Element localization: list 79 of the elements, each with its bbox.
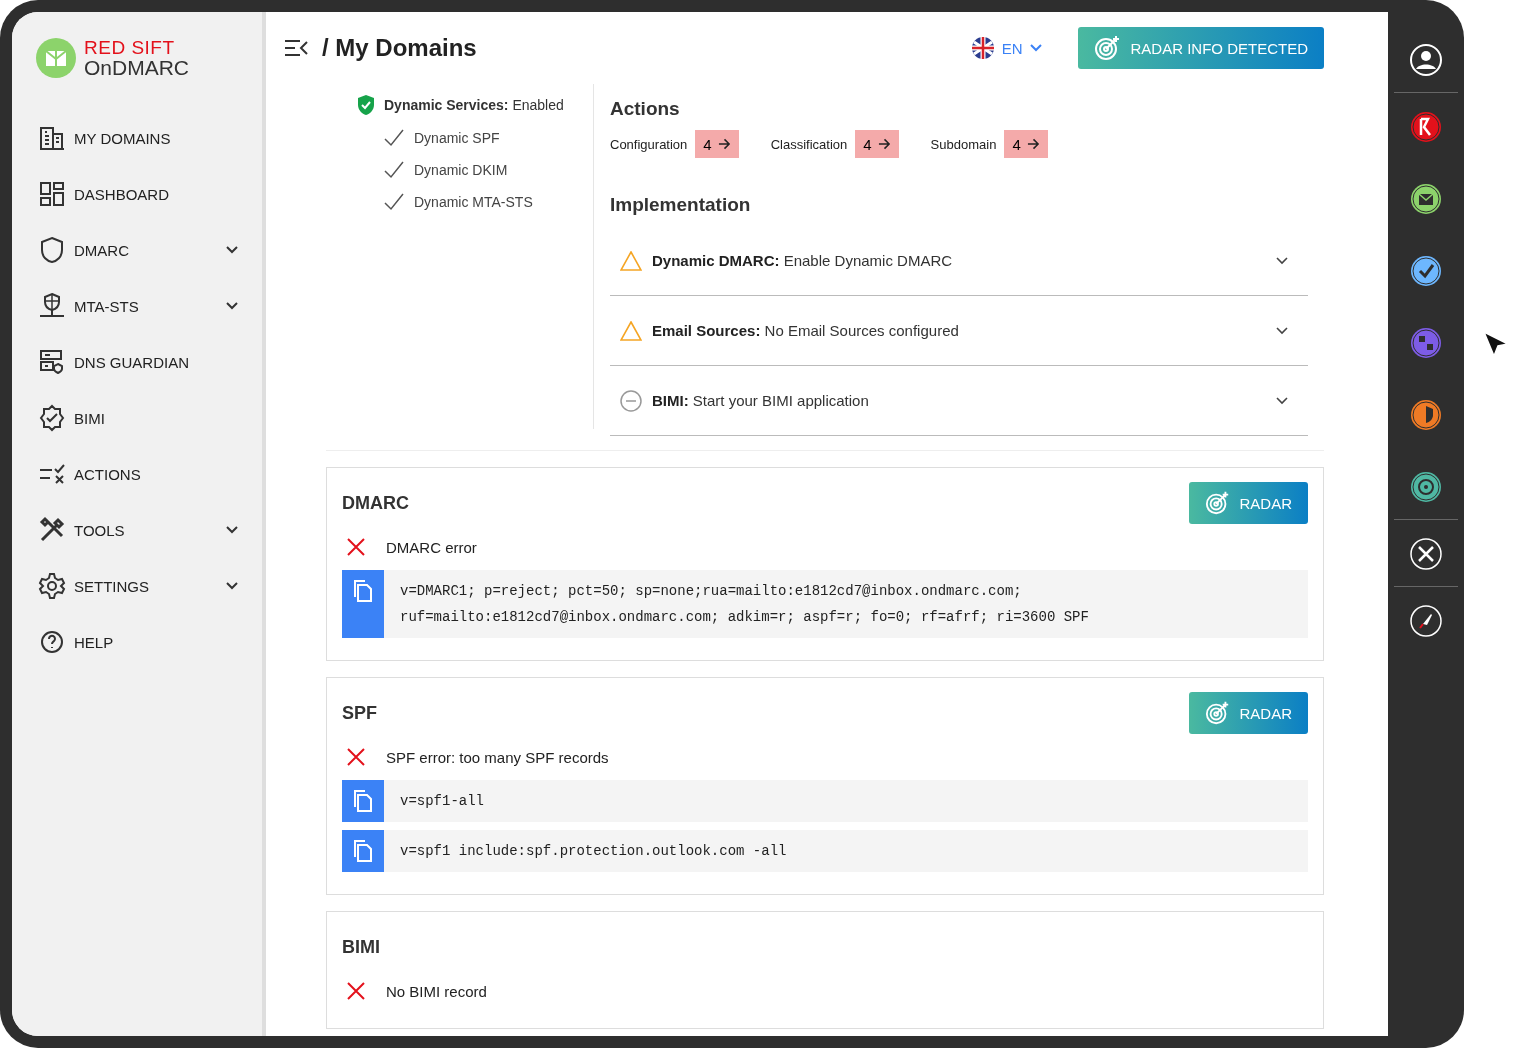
error-message: DMARC error — [386, 538, 477, 556]
error-message: SPF error: too many SPF records — [386, 748, 609, 766]
user-avatar-icon[interactable] — [1410, 44, 1442, 76]
app-icon[interactable] — [1410, 471, 1442, 503]
page-title: / My Domains — [322, 34, 477, 62]
server-icon — [38, 348, 66, 376]
error-cross-icon — [346, 537, 366, 557]
error-message: No BIMI record — [386, 982, 487, 1000]
action-label: Subdomain — [930, 136, 997, 152]
shield-check-icon — [356, 94, 376, 116]
brand-name: RED SIFT — [84, 38, 176, 57]
flag-icon — [971, 37, 994, 59]
dns-record-text: v=DMARC1; p=reject; pct=50; sp=none;rua=mailto:e1812cd7@inbox.ondmarc.com; ruf=mailto:e1812cd7@inbox.ondmarc.com; adkim=r; aspf=r; fo=0; rf=afrf; ri=3600 SPF — [399, 582, 1090, 627]
dynamic-service-label: Dynamic SPF — [414, 130, 500, 146]
dynamic-services-status: Dynamic Services: Enabled — [384, 97, 564, 113]
sidebar-item[interactable]: HELP — [12, 614, 262, 670]
dynamic-service-label: Dynamic DKIM — [414, 162, 508, 178]
logo-icon — [36, 38, 76, 78]
card-title: DMARC — [342, 492, 409, 514]
sidebar-item[interactable]: DNS GUARDIAN — [12, 334, 262, 390]
app-icon[interactable] — [1410, 255, 1442, 287]
sidebar-item[interactable]: MY DOMAINS — [12, 110, 262, 166]
sidebar-item[interactable]: DASHBOARD — [12, 166, 262, 222]
product-name: OnDMARC — [84, 57, 189, 78]
error-cross-icon — [346, 747, 366, 767]
gear-icon — [38, 572, 66, 600]
network-icon — [38, 292, 66, 320]
card-title: SPF — [342, 702, 377, 724]
accordion-row[interactable]: BIMI: Start your BIMI application — [610, 366, 1308, 436]
dynamic-service-label: Dynamic MTA-STS — [414, 194, 533, 210]
dns-record-text: v=spf1-all — [399, 792, 485, 811]
radar-button[interactable]: RADAR — [1189, 482, 1308, 524]
app-icon[interactable] — [1410, 111, 1442, 143]
copy-icon — [353, 790, 373, 812]
accordion-row[interactable]: Dynamic DMARC: Enable Dynamic DMARC — [610, 226, 1308, 296]
copy-icon — [353, 580, 373, 602]
copy-icon — [353, 840, 373, 862]
radar-button[interactable]: RADAR — [1189, 692, 1308, 734]
menu-collapse-icon[interactable] — [284, 39, 308, 57]
help-icon — [38, 628, 66, 656]
action-label: Configuration — [610, 136, 688, 152]
action-count-button[interactable]: 4 — [695, 130, 739, 158]
chevron-down-icon — [1276, 256, 1288, 265]
sidebar-item[interactable]: TOOLS — [12, 502, 262, 558]
language-selector[interactable]: EN — [965, 36, 1049, 60]
accordion-row[interactable]: Email Sources: No Email Sources configured — [610, 296, 1308, 366]
arrow-right-icon — [717, 138, 731, 150]
minus-circle-icon — [620, 389, 642, 412]
card-title: BIMI — [342, 936, 380, 958]
arrow-right-icon — [1026, 138, 1040, 150]
sidebar-item[interactable]: MTA-STS — [12, 278, 262, 334]
app-icon[interactable] — [1410, 183, 1442, 215]
action-label: Classification — [770, 136, 848, 152]
arrow-right-icon — [877, 138, 891, 150]
chevron-down-icon — [1276, 326, 1288, 335]
check-icon — [384, 161, 404, 179]
copy-button[interactable] — [342, 570, 384, 638]
action-count-button[interactable]: 4 — [855, 130, 899, 158]
building-icon — [38, 124, 66, 152]
warning-icon — [620, 320, 642, 341]
chevron-down-icon — [1030, 44, 1043, 52]
section-heading: Implementation — [610, 194, 752, 216]
action-count-button[interactable]: 4 — [1004, 130, 1048, 158]
sidebar-item[interactable]: BIMI — [12, 390, 262, 446]
shield-icon — [38, 236, 66, 264]
check-icon — [384, 129, 404, 147]
sidebar-item[interactable]: ACTIONS — [12, 446, 262, 502]
badge-icon — [38, 404, 66, 432]
dns-record-text: v=spf1 include:spf.protection.outlook.com -all — [399, 842, 788, 861]
error-cross-icon — [346, 981, 366, 1001]
copy-button[interactable] — [342, 830, 384, 872]
dashboard-icon — [38, 180, 66, 208]
section-heading: Actions — [610, 98, 681, 120]
sidebar-item[interactable]: DMARC — [12, 222, 262, 278]
warning-icon — [620, 250, 642, 271]
check-icon — [384, 193, 404, 211]
copy-button[interactable] — [342, 780, 384, 822]
sidebar-item[interactable]: SETTINGS — [12, 558, 262, 614]
chevron-down-icon — [1276, 396, 1288, 405]
